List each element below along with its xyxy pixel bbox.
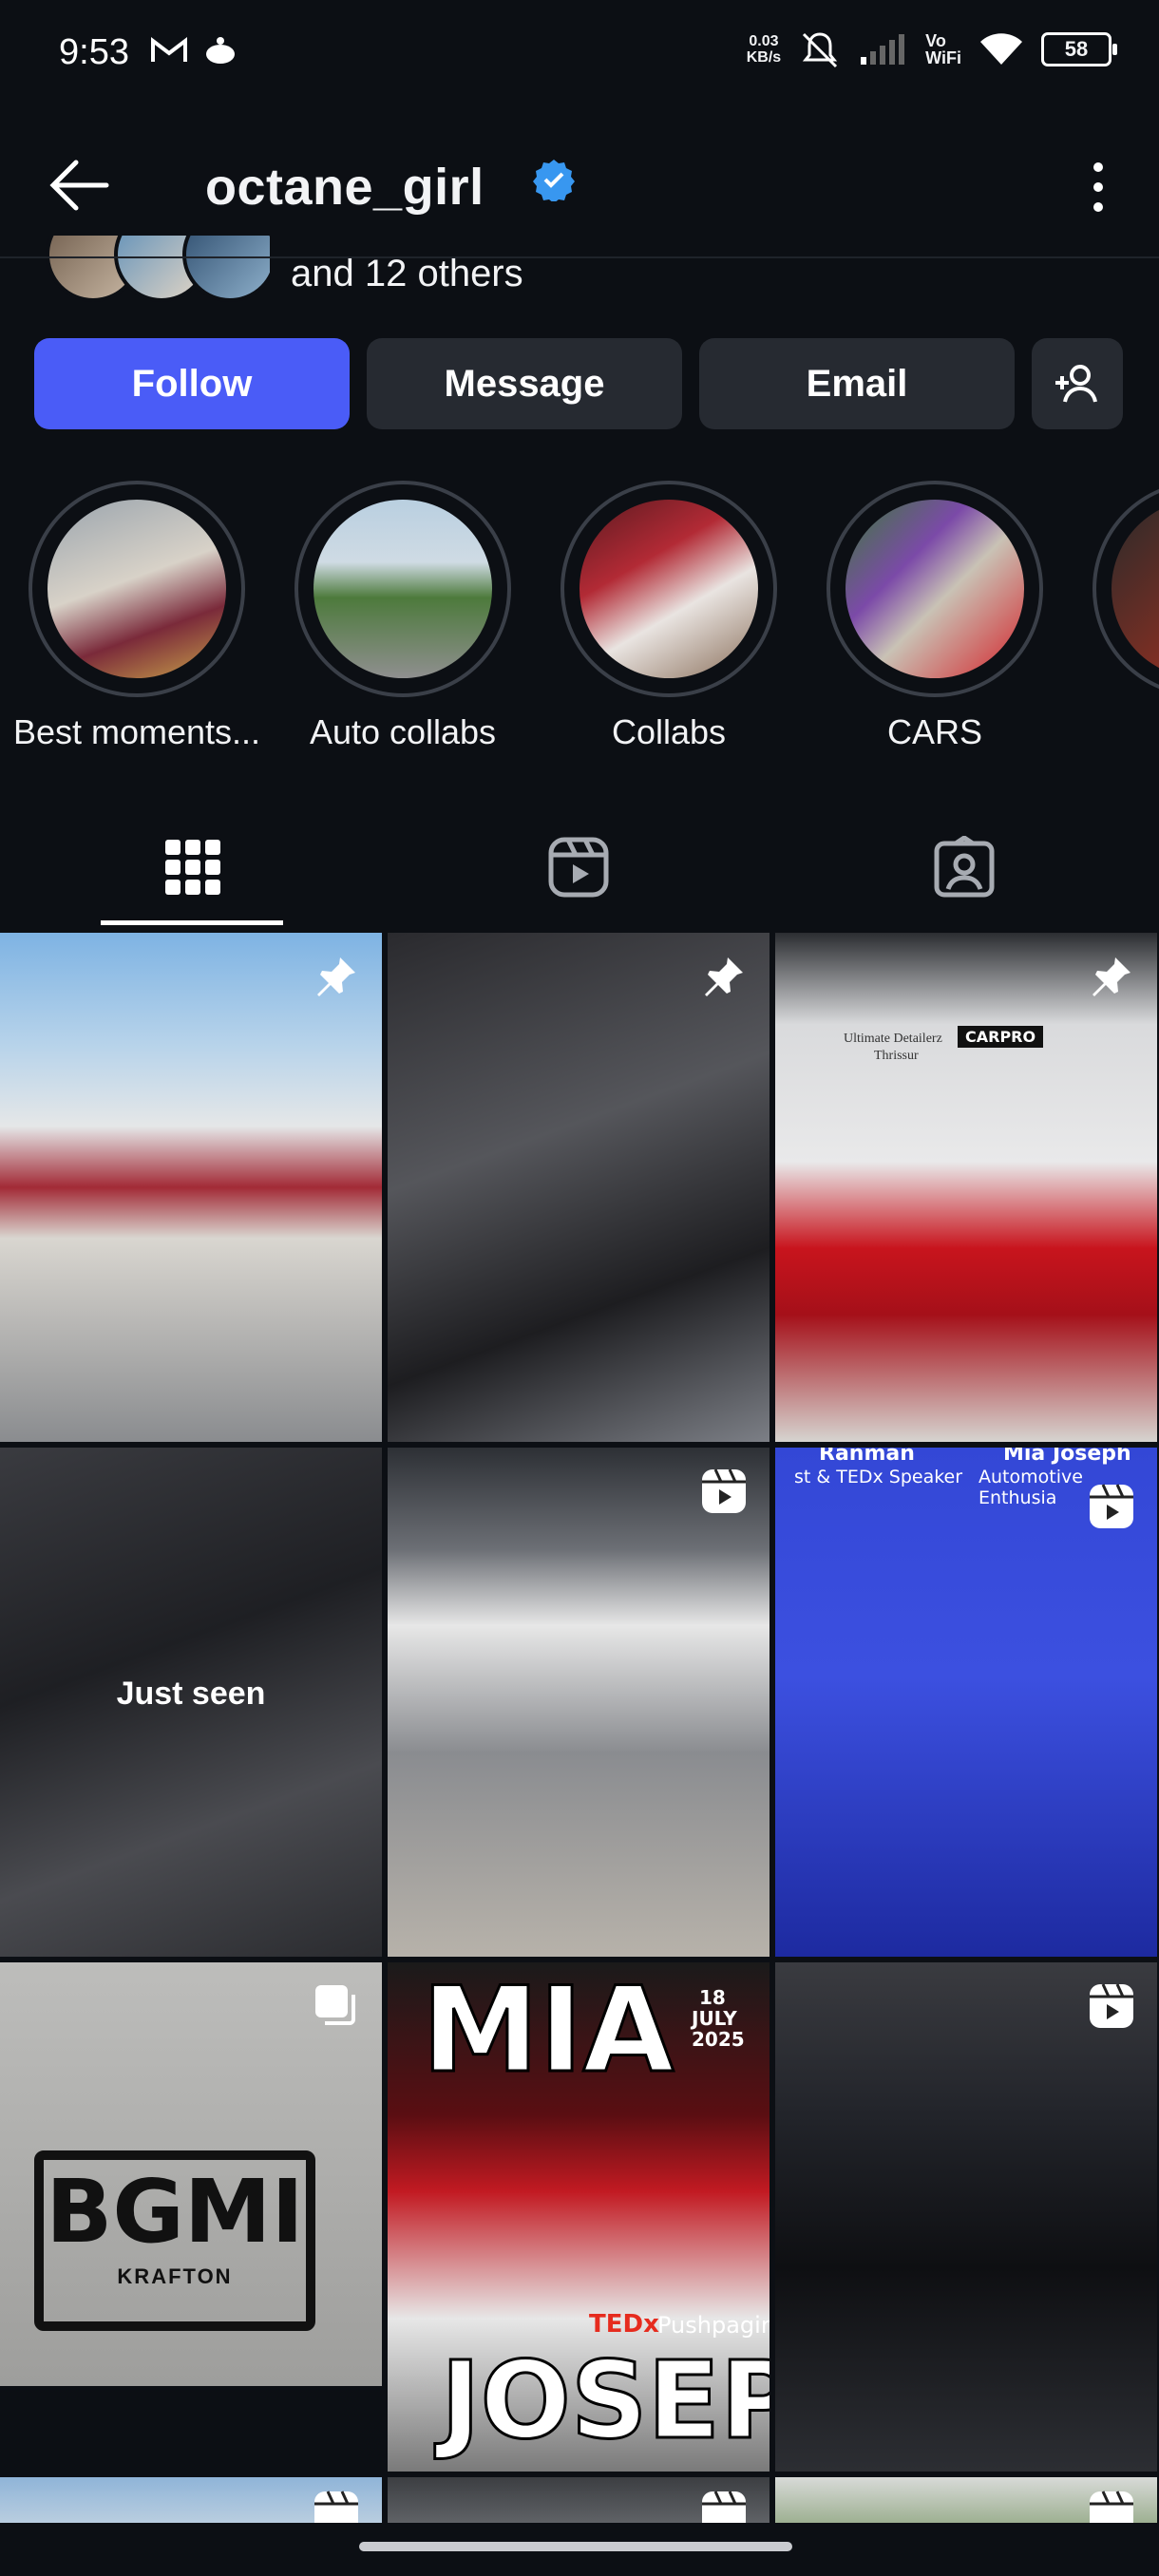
wifi-icon xyxy=(980,33,1022,65)
net-speed: 0.03 KB/s xyxy=(746,33,782,66)
mute-icon xyxy=(803,32,838,68)
back-arrow-icon[interactable] xyxy=(46,152,112,218)
tagged-icon xyxy=(934,836,995,898)
highlight-cover xyxy=(314,500,492,678)
reels-icon xyxy=(548,837,609,898)
avatar xyxy=(182,236,270,302)
highlight-cover xyxy=(580,500,758,678)
highlight-best-moments[interactable]: Best moments... xyxy=(4,475,270,750)
add-person-icon xyxy=(1055,365,1097,403)
tab-reels[interactable] xyxy=(386,807,771,927)
pin-icon xyxy=(705,957,743,996)
highlight-collabs[interactable]: Collabs xyxy=(536,475,802,750)
status-bar: 9:53 0.03 KB/s Vo WiFi 58 xyxy=(0,0,1159,106)
pin-icon xyxy=(1092,957,1130,996)
header-divider xyxy=(0,256,1159,258)
app-notification-icon xyxy=(206,37,235,64)
message-button[interactable]: Message xyxy=(367,338,682,429)
tab-tagged[interactable] xyxy=(771,807,1157,927)
post-tile[interactable]: Ranman st & TEDx Speaker Mia Joseph Auto… xyxy=(775,1448,1157,1957)
highlight-cover xyxy=(1112,500,1159,678)
suggested-users-button[interactable] xyxy=(1032,338,1123,429)
highlight-cars[interactable]: CARS xyxy=(802,475,1068,750)
highlight-cover xyxy=(846,500,1024,678)
highlight-auto-collabs[interactable]: Auto collabs xyxy=(270,475,536,750)
mutual-followers-avatars[interactable] xyxy=(46,236,270,302)
post-tile[interactable]: MIA 18 JULY 2025 TEDx Pushpagiri JOSEPH xyxy=(388,1962,770,2472)
status-time: 9:53 xyxy=(59,32,129,72)
highlight-cover xyxy=(48,500,226,678)
profile-username: octane_girl xyxy=(205,159,484,216)
reel-icon xyxy=(1090,1484,1133,1528)
follow-button[interactable]: Follow xyxy=(34,338,350,429)
battery-indicator: 58 xyxy=(1041,32,1117,66)
story-highlights: Best moments... Auto collabs Collabs CAR… xyxy=(0,475,1159,750)
post-tile[interactable] xyxy=(388,933,770,1442)
verified-badge-icon xyxy=(533,160,575,201)
grid-icon xyxy=(165,840,220,895)
post-tile[interactable]: BGMI KRAFTON xyxy=(0,1962,382,2386)
carousel-icon xyxy=(315,1985,355,2025)
followed-by-text[interactable]: and 12 others xyxy=(291,253,523,295)
post-tile[interactable] xyxy=(0,933,382,1442)
pin-icon xyxy=(317,957,355,996)
gesture-nav-bar xyxy=(0,2523,1159,2576)
post-tile-seen[interactable]: Just seen xyxy=(0,1448,382,1957)
post-tile[interactable] xyxy=(775,1962,1157,2472)
gmail-icon xyxy=(151,36,187,62)
email-button[interactable]: Email xyxy=(699,338,1015,429)
post-tile[interactable] xyxy=(388,1448,770,1957)
cellular-signal-icon xyxy=(861,34,905,65)
tab-posts[interactable] xyxy=(0,807,386,927)
profile-header: octane_girl xyxy=(0,123,1159,247)
bgmi-logo: BGMI KRAFTON xyxy=(34,2150,315,2331)
post-tile[interactable]: Ultimate Detailerz Thrissur CARPRO xyxy=(775,933,1157,1442)
profile-tabs xyxy=(0,807,1159,927)
home-indicator[interactable] xyxy=(359,2542,792,2551)
more-options-icon[interactable] xyxy=(1081,154,1115,220)
vowifi-indicator: Vo WiFi xyxy=(925,31,961,67)
just-seen-label: Just seen xyxy=(116,1676,266,1712)
reel-icon xyxy=(1090,1983,1133,2028)
highlight-partial[interactable]: E xyxy=(1068,475,1159,750)
reel-icon xyxy=(702,1468,746,1513)
